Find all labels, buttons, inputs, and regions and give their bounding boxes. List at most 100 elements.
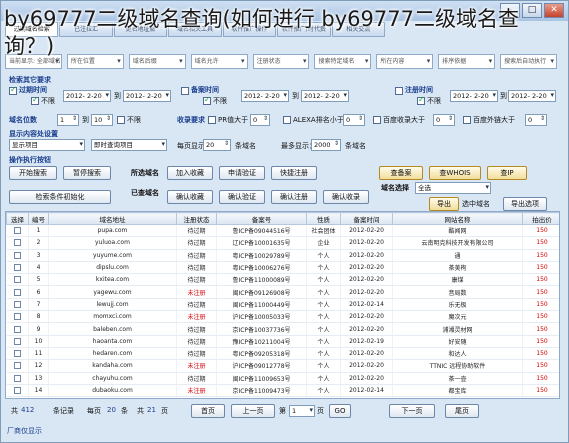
baidu-checkbox[interactable] (373, 116, 381, 124)
table-row[interactable]: 2 yuluoa.com 待过期 辽ICP备10001635号 企业 2012-02-20… (6, 236, 559, 250)
expired-to-label: 到 (114, 92, 121, 100)
column-header-record-time[interactable]: 备案时间 (340, 212, 393, 225)
register-date-to[interactable]: 2012- 2-20 (508, 90, 556, 102)
expired-date-to[interactable]: 2012- 2-20 (123, 90, 171, 102)
alexa-checkbox[interactable] (283, 116, 291, 124)
row-checkbox[interactable] (13, 264, 21, 272)
table-row[interactable]: 3 yuyume.com 待过期 粤ICP备10029789号 个人 2012-02-20… (6, 249, 559, 262)
row-checkbox[interactable] (13, 300, 21, 308)
export-button[interactable]: 导出 (429, 197, 459, 211)
row-checkbox[interactable] (13, 374, 21, 382)
page-number-select[interactable]: 1 (289, 405, 315, 417)
row-record-no: 沪ICP备10005033号 (216, 310, 307, 324)
register-unlimited-checkbox[interactable] (417, 95, 425, 105)
row-checkbox[interactable] (13, 239, 21, 247)
record-date-to[interactable]: 2012- 2-20 (301, 90, 349, 102)
expired-time-checkbox[interactable] (9, 85, 17, 95)
start-search-button[interactable]: 开始搜索 (9, 166, 57, 180)
record-time-checkbox[interactable] (181, 87, 189, 95)
row-checkbox[interactable] (13, 350, 21, 358)
row-number: 4 (28, 261, 49, 275)
outlink-input[interactable]: 0 (525, 114, 547, 126)
table-row[interactable]: 14 dubaoku.com 未注册 京ICP备11009473号 个人 2012-02-… (6, 384, 559, 398)
column-header-nature[interactable]: 性质 (306, 212, 341, 225)
column-header-price[interactable]: 拍出价 (522, 212, 559, 225)
check-whois-button[interactable]: 查WHOIS (429, 166, 481, 180)
row-record-time: 2012-02-20 (340, 261, 393, 275)
outlink-checkbox[interactable] (463, 116, 471, 124)
digits-min-input[interactable]: 1 (57, 114, 79, 126)
expired-date-from[interactable]: 2012- 2-20 (63, 90, 111, 102)
column-header-domain[interactable]: 域名地址 (48, 212, 177, 225)
table-row[interactable]: 5 kxitea.com 待过期 鲁ICP备11000089号 个人 2012-02-20… (6, 273, 559, 287)
expired-unlimited-checkbox[interactable] (31, 95, 39, 105)
row-checkbox[interactable] (13, 387, 21, 394)
column-header-site-name[interactable]: 网站名称 (392, 212, 523, 225)
baidu-input[interactable]: 0 (433, 114, 455, 126)
row-domain: lewujj.com (48, 298, 177, 312)
row-site-name: 音局数 (392, 285, 523, 299)
row-select-cell (6, 396, 29, 398)
row-checkbox[interactable] (13, 362, 21, 370)
next-page-button[interactable]: 下一页 (389, 404, 435, 418)
confirm-verify-button[interactable]: 确认验证 (219, 190, 265, 204)
row-checkbox[interactable] (13, 251, 21, 259)
table-row[interactable]: 8 momxci.com 未注册 沪ICP备10005033号 个人 2012-02-20… (6, 310, 559, 324)
record-unlimited-checkbox[interactable] (203, 95, 211, 105)
pause-search-button[interactable]: 暂停搜索 (63, 166, 111, 180)
register-time-checkbox[interactable] (395, 87, 403, 95)
apply-verify-button[interactable]: 申请验证 (219, 166, 265, 180)
check-record-button[interactable]: 查备案 (379, 166, 423, 180)
pr-label: PR值大于 (218, 116, 249, 124)
column-header-number[interactable]: 编号 (28, 212, 49, 225)
go-page-button[interactable]: GO (329, 404, 351, 418)
reset-conditions-button[interactable]: 检索条件初始化 (9, 190, 111, 204)
table-row[interactable]: 12 kandaha.com 未注册 沪ICP备09012778号 个人 2012-02-… (6, 359, 559, 373)
table-row[interactable]: 10 haoanta.com 待过期 豫ICP备10211004号 个人 2012-02-… (6, 335, 559, 348)
row-nature: 个人 (306, 396, 341, 398)
first-page-button[interactable]: 首页 (191, 404, 225, 418)
record-date-from[interactable]: 2012- 2-20 (241, 90, 289, 102)
row-nature: 个人 (306, 249, 341, 262)
pr-input[interactable]: 0 (250, 114, 270, 126)
column-header-select[interactable]: 选择 (6, 212, 29, 225)
confirm-favorite-button[interactable]: 确认收藏 (167, 190, 213, 204)
prev-page-button[interactable]: 上一页 (231, 404, 275, 418)
row-checkbox[interactable] (13, 325, 21, 333)
row-site-name: 康煤 (392, 273, 523, 287)
instant-query-select[interactable]: 即时查询项目 (91, 139, 167, 151)
table-row[interactable]: 15vivialin.com待过期浙ICP备10038431号个人2012-02… (6, 396, 559, 398)
table-row[interactable]: 7 lewujj.com 待过期 闽ICP备11000449号 个人 2012-02-14… (6, 298, 559, 312)
row-checkbox[interactable] (13, 337, 21, 345)
quick-register-button[interactable]: 快捷注册 (271, 166, 317, 180)
row-checkbox[interactable] (13, 227, 21, 235)
check-ip-button[interactable]: 查IP (487, 166, 527, 180)
row-nature: 个人 (306, 298, 341, 312)
table-row[interactable]: 13 chayuhu.com 待过期 闽ICP备11009653号 个人 2012-02-… (6, 372, 559, 385)
domain-select-dropdown[interactable]: 全选 (415, 182, 491, 194)
row-checkbox[interactable] (13, 276, 21, 284)
per-page-input[interactable]: 20 (203, 139, 231, 151)
row-nature: 个人 (306, 372, 341, 385)
last-page-button[interactable]: 尾页 (445, 404, 479, 418)
table-row[interactable]: 1 pupa.com 待过期 鲁ICP备09044516号 社会团体 2012-02-20… (6, 224, 559, 238)
display-items-select[interactable]: 显示项目 (9, 139, 85, 151)
add-favorite-button[interactable]: 加入收藏 (167, 166, 213, 180)
total-show-input[interactable]: 2000 (311, 139, 341, 151)
column-header-status[interactable]: 注册状态 (176, 212, 217, 225)
digits-no-limit-checkbox[interactable] (117, 116, 125, 124)
row-checkbox[interactable] (13, 288, 21, 296)
table-row[interactable]: 4 dipslu.com 待过期 粤ICP备10006276号 个人 2012-02-20… (6, 261, 559, 275)
alexa-input[interactable]: 0 (343, 114, 365, 126)
column-header-record-no[interactable]: 备案号 (216, 212, 307, 225)
row-checkbox[interactable] (13, 313, 21, 321)
register-date-from[interactable]: 2012- 2-20 (450, 90, 498, 102)
digits-max-input[interactable]: 10 (91, 114, 113, 126)
table-row[interactable]: 11 hedaren.com 待过期 粤ICP备09205318号 个人 2012-02-… (6, 347, 559, 361)
confirm-collect-button[interactable]: 确认收录 (323, 190, 369, 204)
table-row[interactable]: 6 yagewu.com 未注册 闽ICP备09126908号 个人 2012-02-20… (6, 285, 559, 299)
confirm-register-button[interactable]: 确认注册 (271, 190, 317, 204)
pr-checkbox[interactable] (208, 116, 216, 124)
export-options-button[interactable]: 导出选项 (503, 197, 547, 211)
table-row[interactable]: 9 baleben.com 待过期 京ICP备10037736号 个人 2012-02-2… (6, 322, 559, 336)
